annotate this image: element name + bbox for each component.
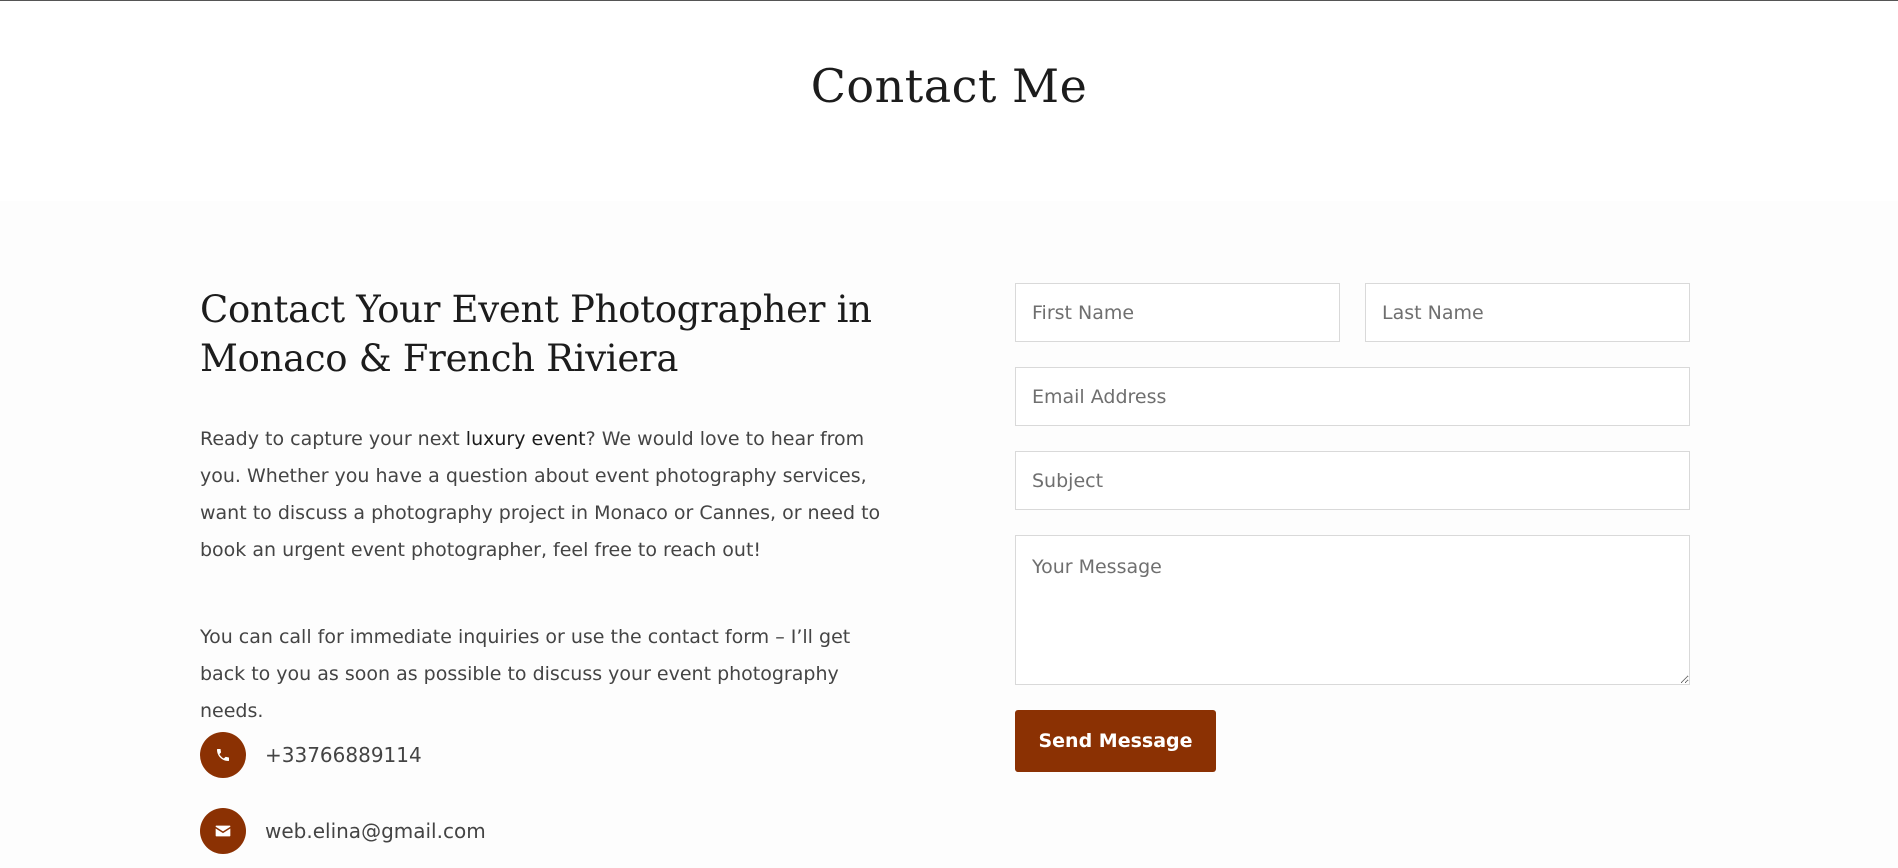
phone-number[interactable]: +33766889114 <box>265 743 422 767</box>
email-address[interactable]: web.elina@gmail.com <box>265 819 486 843</box>
email-contact[interactable]: web.elina@gmail.com <box>200 808 486 854</box>
last-name-input[interactable] <box>1365 283 1690 342</box>
call-paragraph: You can call for immediate inquiries or … <box>200 626 851 722</box>
intro-text-start: Ready to capture your next <box>200 428 466 450</box>
envelope-icon <box>200 808 246 854</box>
email-input[interactable] <box>1015 367 1690 426</box>
message-textarea[interactable] <box>1015 535 1690 685</box>
intro-paragraph: Ready to capture your next luxury event?… <box>200 421 890 569</box>
first-name-input[interactable] <box>1015 283 1340 342</box>
phone-contact[interactable]: +33766889114 <box>200 732 422 778</box>
send-message-button[interactable]: Send Message <box>1015 710 1216 772</box>
luxury-event-link[interactable]: luxury event <box>466 428 586 450</box>
contact-intro: Contact Your Event Photographer in Monac… <box>200 285 890 730</box>
subject-input[interactable] <box>1015 451 1690 510</box>
page-title: Contact Me <box>810 59 1088 113</box>
phone-icon <box>200 732 246 778</box>
section-heading: Contact Your Event Photographer in Monac… <box>200 288 872 380</box>
